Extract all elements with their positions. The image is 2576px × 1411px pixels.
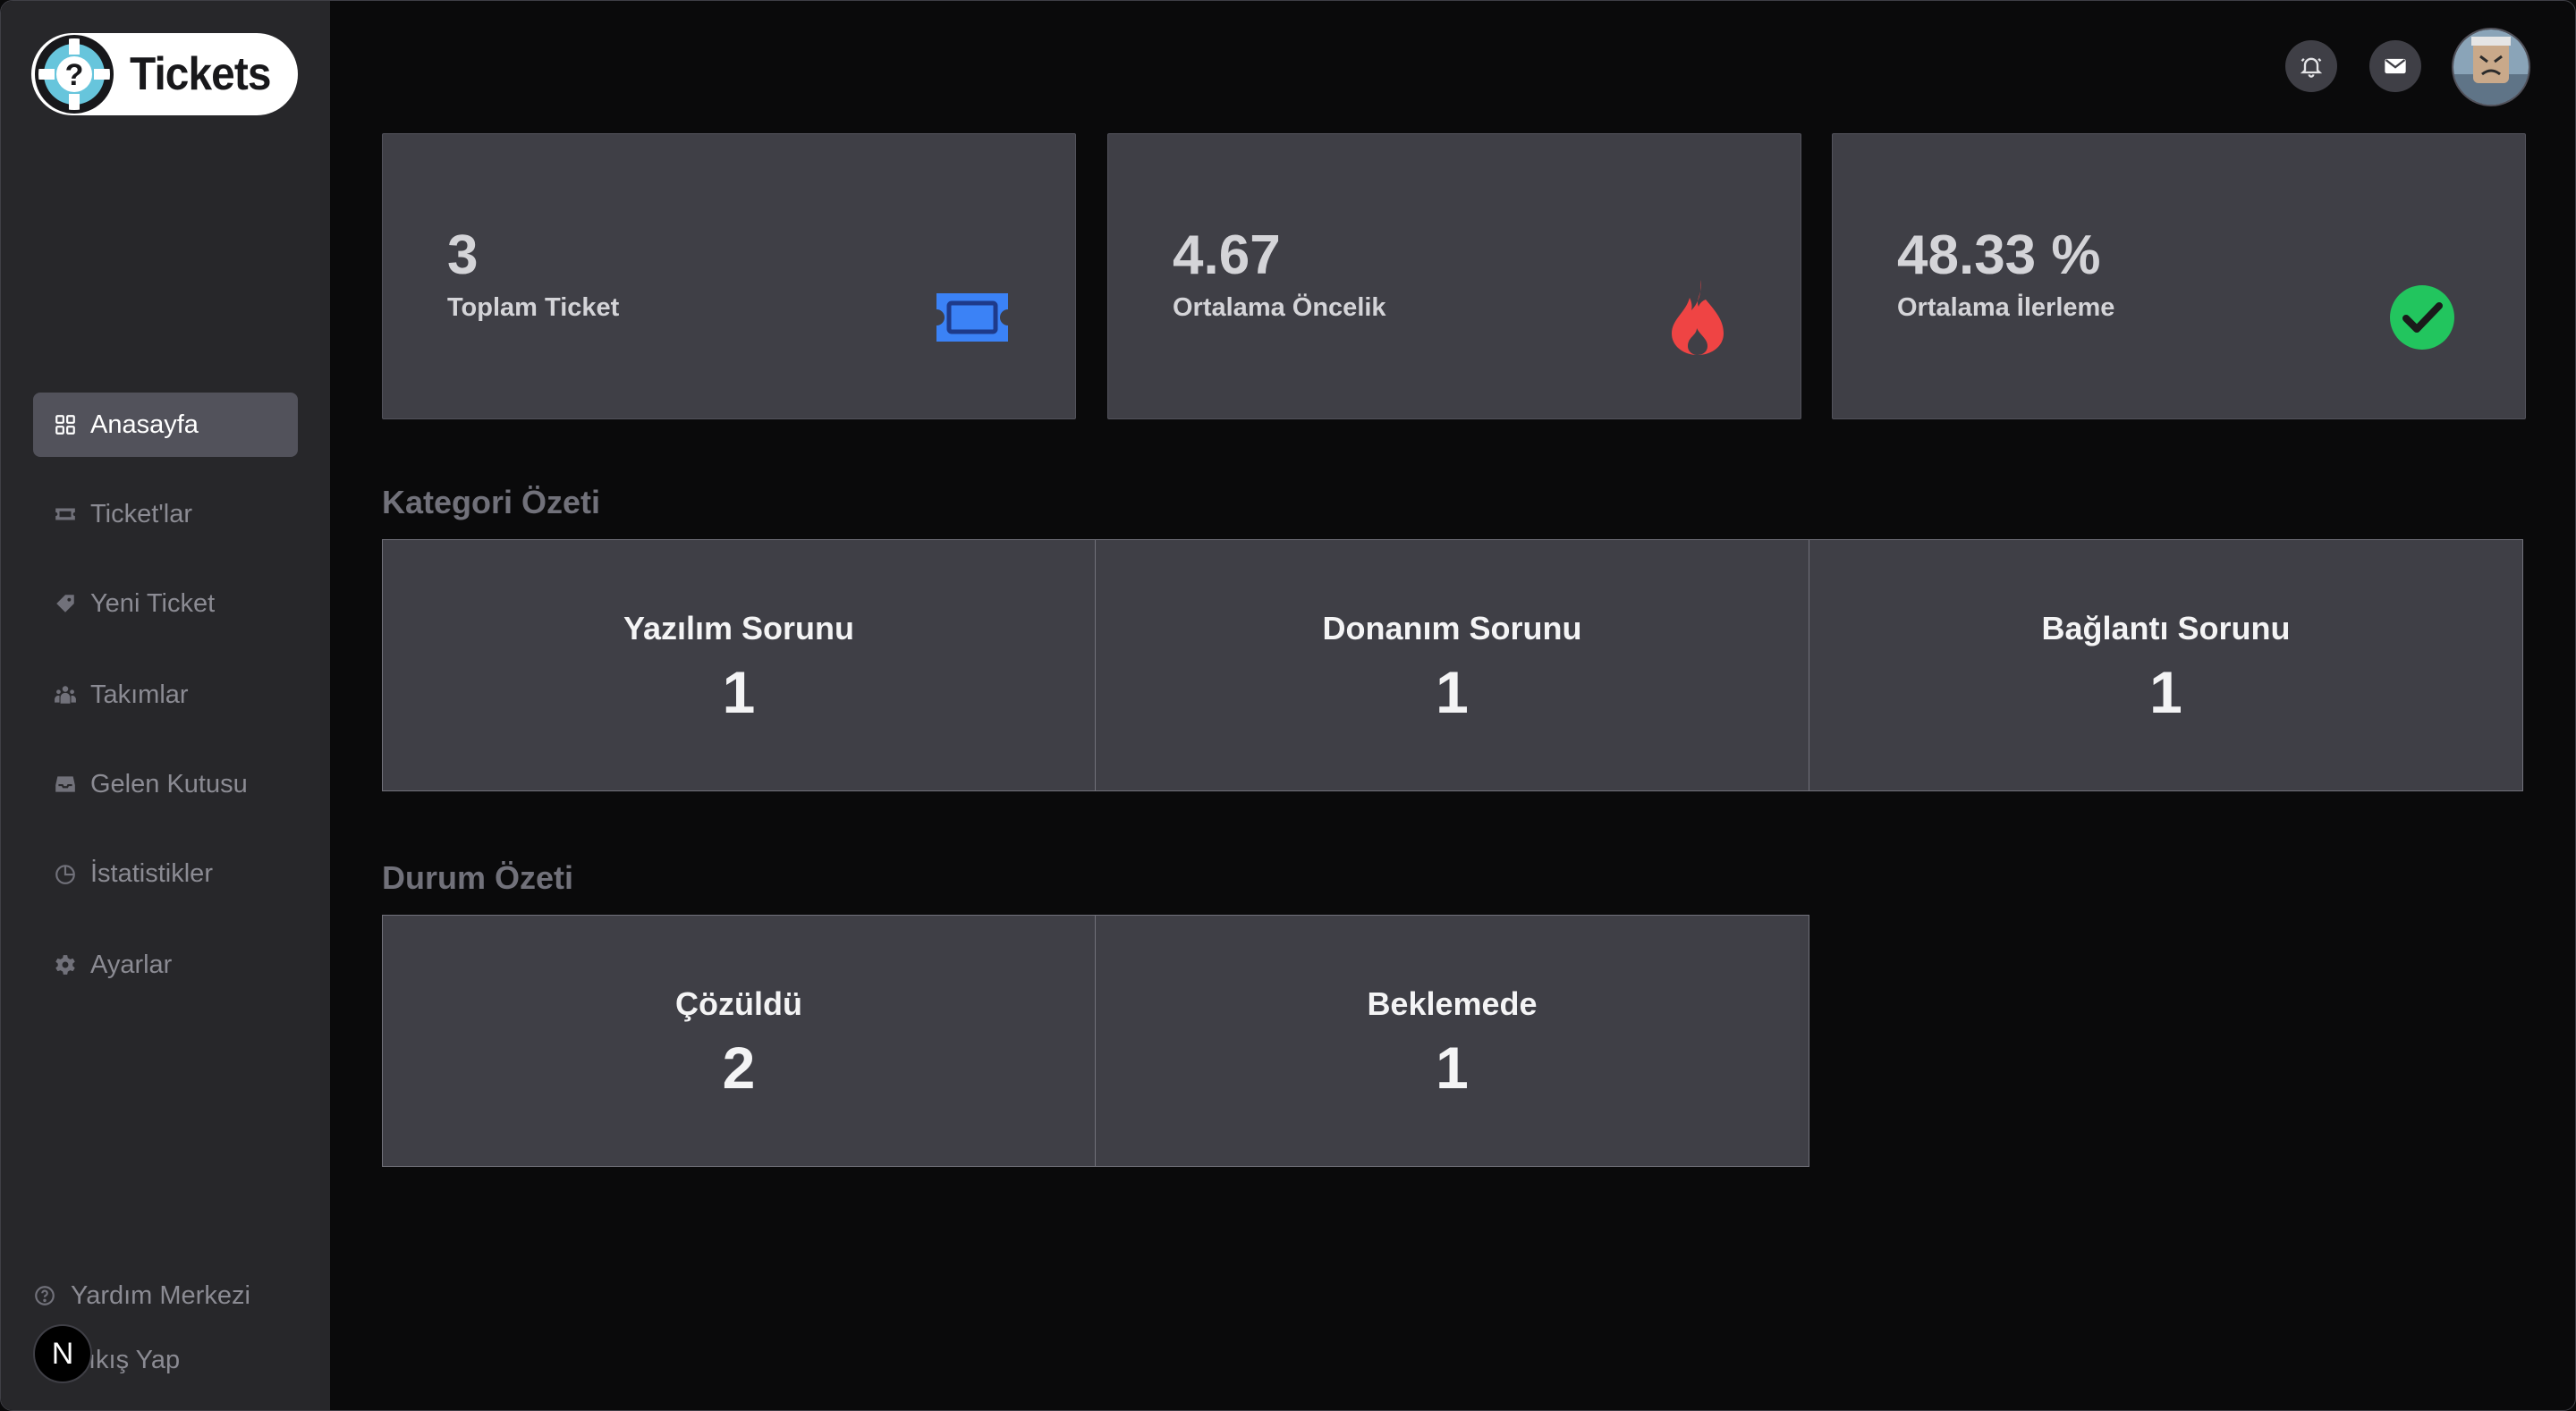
app-window: ? Tickets Anasayfa Ticket'lar Yeni Ticke… xyxy=(0,0,2576,1411)
bell-icon xyxy=(2300,57,2323,78)
sidebar-item-gelen-kutusu[interactable]: Gelen Kutusu xyxy=(33,752,298,816)
category-card: Yazılım Sorunu 1 xyxy=(382,539,1096,791)
ticket-icon xyxy=(932,277,1013,358)
tag-icon xyxy=(53,591,78,616)
category-count: 1 xyxy=(1436,659,1469,725)
sidebar-item-label: Ayarlar xyxy=(90,950,173,979)
team-icon xyxy=(53,682,78,707)
status-summary-grid: Çözüldü 2 Beklemede 1 xyxy=(382,915,1809,1167)
category-summary-title: Kategori Özeti xyxy=(382,484,601,520)
stat-card-avg-priority: 4.67 Ortalama Öncelik xyxy=(1107,133,1801,419)
status-summary-title: Durum Özeti xyxy=(382,859,574,896)
check-circle-icon xyxy=(2382,277,2462,358)
chart-pie-icon xyxy=(53,861,78,886)
status-card: Beklemede 1 xyxy=(1096,915,1809,1167)
status-name: Beklemede xyxy=(1367,985,1538,1022)
help-center-link[interactable]: Yardım Merkezi xyxy=(33,1274,250,1317)
help-circle-icon xyxy=(33,1284,56,1307)
sidebar-item-label: Anasayfa xyxy=(90,410,199,439)
sidebar-item-yeni-ticket[interactable]: Yeni Ticket xyxy=(33,571,298,636)
status-count: 2 xyxy=(722,1035,756,1101)
gear-icon xyxy=(53,952,78,977)
status-card: Çözüldü 2 xyxy=(382,915,1096,1167)
avatar-image xyxy=(2453,30,2529,105)
sidebar-item-label: Yeni Ticket xyxy=(90,588,216,618)
sidebar-item-label: Ticket'lar xyxy=(90,499,193,528)
status-name: Çözüldü xyxy=(675,985,802,1022)
lifebuoy-question-icon: ? xyxy=(35,35,114,114)
stat-value: 3 xyxy=(447,224,479,286)
dev-tools-badge[interactable]: N xyxy=(33,1324,92,1383)
notifications-button[interactable] xyxy=(2285,40,2337,92)
category-count: 1 xyxy=(2149,659,2182,725)
status-count: 1 xyxy=(1436,1035,1469,1101)
category-name: Donanım Sorunu xyxy=(1322,610,1582,646)
stat-label: Ortalama Öncelik xyxy=(1173,293,1386,322)
grid-icon xyxy=(53,412,78,437)
fire-icon xyxy=(1657,277,1738,358)
sidebar-item-label: Gelen Kutusu xyxy=(90,769,248,798)
mail-icon xyxy=(2385,58,2406,74)
sidebar-item-istatistikler[interactable]: İstatistikler xyxy=(33,841,298,906)
category-name: Yazılım Sorunu xyxy=(623,610,855,646)
stat-value: 48.33 % xyxy=(1897,224,2101,286)
sidebar-item-label: İstatistikler xyxy=(90,858,213,888)
logout-link[interactable]: ıkış Yap xyxy=(89,1339,180,1381)
category-card: Bağlantı Sorunu 1 xyxy=(1809,539,2523,791)
stat-card-total-tickets: 3 Toplam Ticket xyxy=(382,133,1076,419)
sidebar: ? Tickets Anasayfa Ticket'lar Yeni Ticke… xyxy=(1,1,330,1410)
sidebar-item-ayarlar[interactable]: Ayarlar xyxy=(33,933,298,997)
inbox-icon xyxy=(53,772,78,797)
sidebar-item-label: Takımlar xyxy=(90,680,189,709)
category-summary-grid: Yazılım Sorunu 1 Donanım Sorunu 1 Bağlan… xyxy=(382,539,2523,791)
app-logo-text: Tickets xyxy=(130,48,272,100)
svg-text:?: ? xyxy=(65,58,84,92)
category-count: 1 xyxy=(722,659,756,725)
stat-card-avg-progress: 48.33 % Ortalama İlerleme xyxy=(1832,133,2526,419)
stat-label: Ortalama İlerleme xyxy=(1897,293,2115,322)
app-logo[interactable]: ? Tickets xyxy=(31,33,298,115)
sidebar-item-takimlar[interactable]: Takımlar xyxy=(33,663,298,727)
messages-button[interactable] xyxy=(2369,40,2421,92)
category-card: Donanım Sorunu 1 xyxy=(1096,539,1809,791)
sidebar-item-anasayfa[interactable]: Anasayfa xyxy=(33,393,298,457)
stat-label: Toplam Ticket xyxy=(447,293,620,322)
category-name: Bağlantı Sorunu xyxy=(2041,610,2291,646)
help-center-label: Yardım Merkezi xyxy=(71,1280,250,1310)
stat-value: 4.67 xyxy=(1173,224,1281,286)
user-avatar[interactable] xyxy=(2452,28,2530,106)
sidebar-item-tickets[interactable]: Ticket'lar xyxy=(33,482,298,546)
ticket-icon xyxy=(53,502,78,527)
logout-label: ıkış Yap xyxy=(89,1345,181,1374)
